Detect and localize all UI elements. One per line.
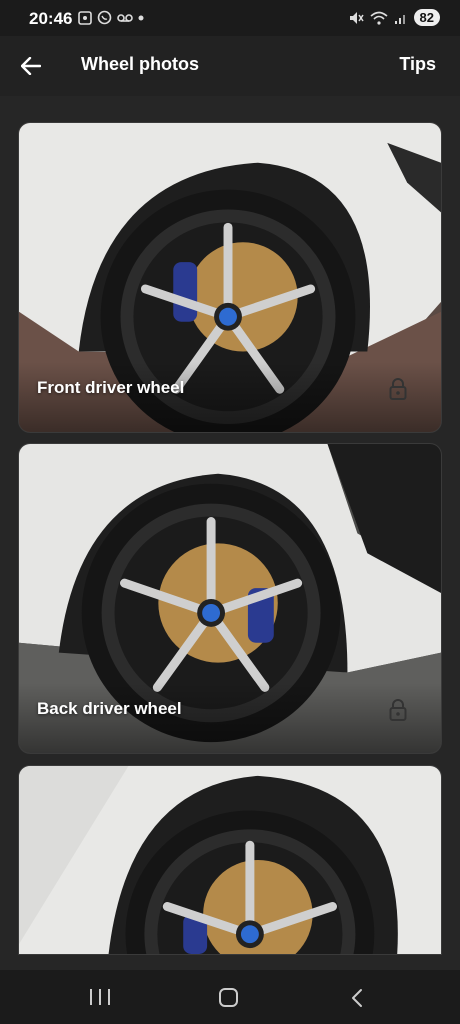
- arrow-left-icon: [21, 57, 41, 75]
- wheel-photo-card[interactable]: [18, 765, 442, 955]
- app-bar: Wheel photos Tips: [0, 36, 460, 96]
- wheel-photo-list: Front driver wheel Back driver wheel: [0, 96, 460, 970]
- card-label: Front driver wheel: [37, 378, 185, 397]
- lock-icon: [389, 699, 407, 721]
- status-time: 20:46: [29, 9, 73, 28]
- wheel-photo: [19, 766, 441, 954]
- tips-button[interactable]: Tips: [399, 54, 436, 75]
- status-notification-icons: [78, 10, 144, 25]
- recents-button[interactable]: [90, 989, 110, 1007]
- screenshot-icon: [78, 10, 92, 25]
- back-button[interactable]: [14, 50, 48, 82]
- card-label: Back driver wheel: [37, 699, 182, 718]
- home-button[interactable]: [219, 988, 238, 1007]
- lock-icon: [389, 378, 407, 400]
- signal-icon: [394, 14, 405, 24]
- dot-icon: [138, 15, 144, 20]
- battery-indicator: 82: [413, 9, 440, 26]
- whatsapp-icon: [97, 10, 112, 25]
- voicemail-icon: [117, 13, 133, 22]
- recents-icon: [99, 989, 101, 1005]
- page-title: Wheel photos: [81, 54, 199, 74]
- back-nav-button[interactable]: [348, 988, 368, 1008]
- status-bar: 20:46 82: [0, 0, 460, 36]
- recents-icon: [108, 989, 110, 1005]
- mute-icon: [349, 11, 364, 24]
- system-navigation-bar: [0, 970, 460, 1024]
- wheel-photo-card[interactable]: Front driver wheel: [18, 122, 442, 433]
- wheel-photo-card[interactable]: Back driver wheel: [18, 443, 442, 754]
- wifi-icon: [370, 11, 388, 25]
- status-system-icons: 82: [348, 9, 440, 26]
- recents-icon: [90, 989, 92, 1005]
